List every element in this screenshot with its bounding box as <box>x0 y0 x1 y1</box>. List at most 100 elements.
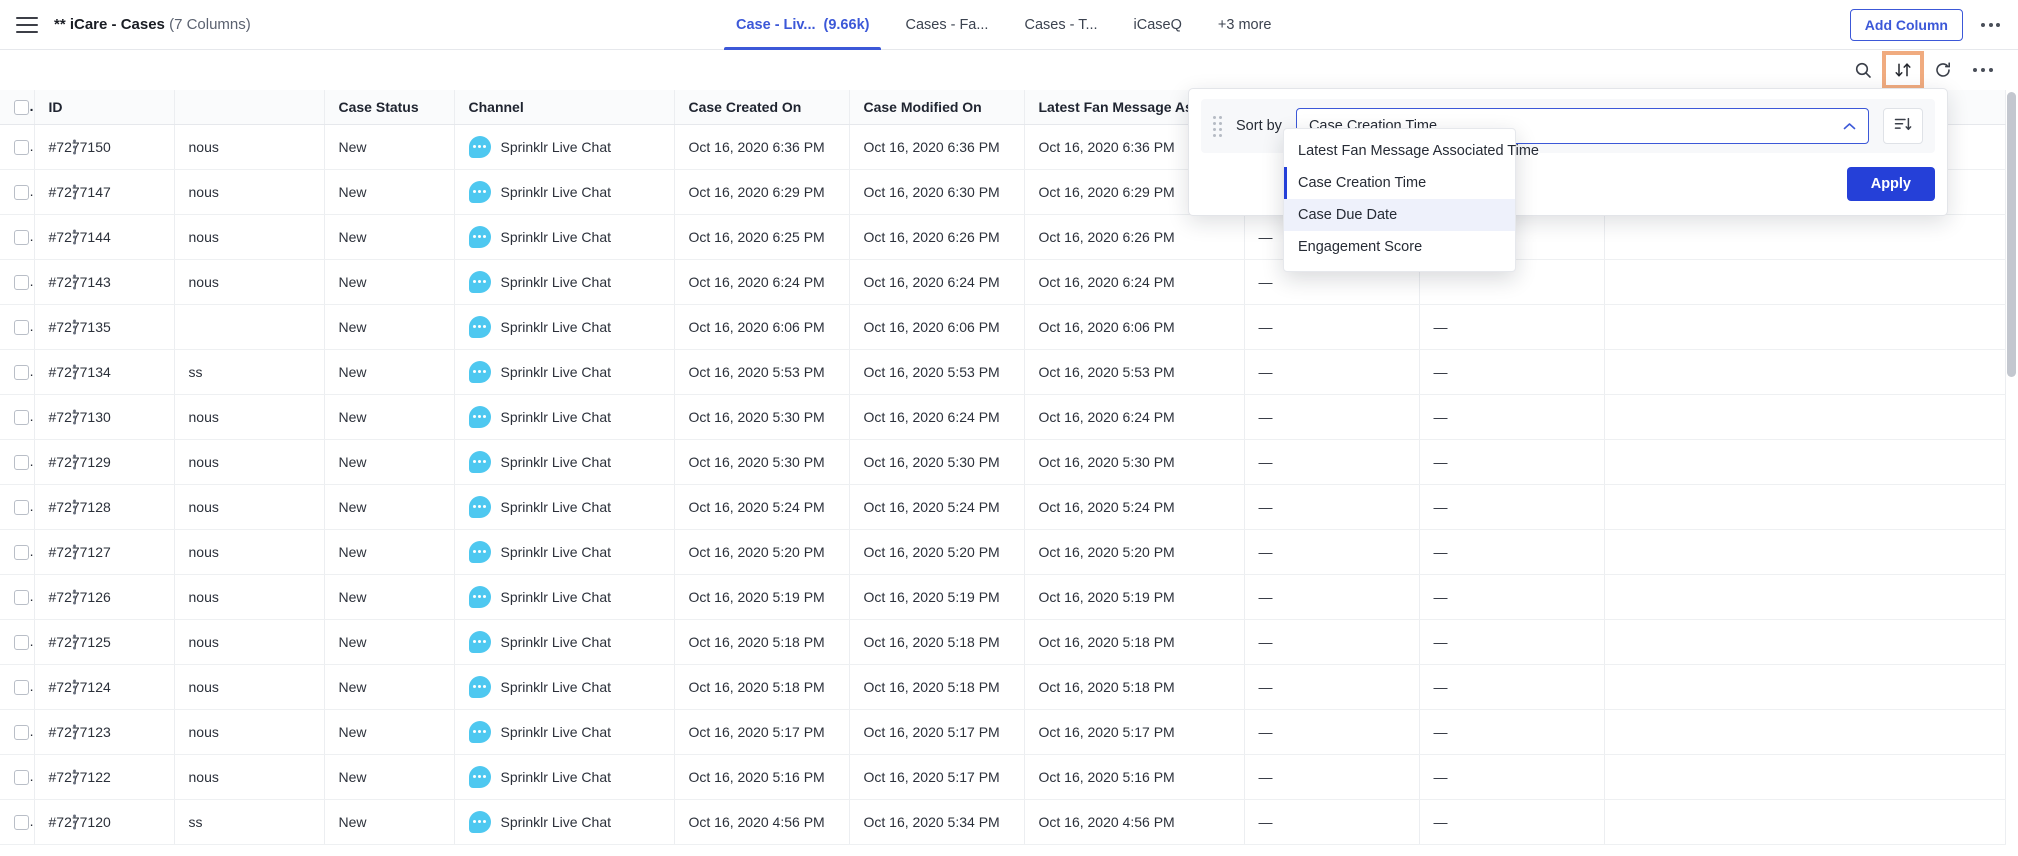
table-row[interactable]: #7277143 nous New Sprinklr Live Chat Oct 16,… <box>0 259 2006 305</box>
horizontal-scrollbar-track[interactable] <box>0 847 2018 856</box>
cell-name: nous <box>174 709 325 755</box>
search-icon[interactable] <box>1846 55 1880 85</box>
row-checkbox[interactable] <box>14 454 29 470</box>
row-actions-icon[interactable] <box>72 409 76 424</box>
row-checkbox[interactable] <box>14 184 29 200</box>
cell-id[interactable]: #7277130 <box>34 394 175 440</box>
cell-id[interactable]: #7277150 <box>34 124 175 170</box>
tab-cases-fa[interactable]: Cases - Fa... <box>887 0 1006 50</box>
row-checkbox[interactable] <box>14 544 29 560</box>
sort-order-button[interactable] <box>1883 108 1923 144</box>
row-checkbox[interactable] <box>14 814 29 830</box>
row-checkbox[interactable] <box>14 499 29 515</box>
cell-id[interactable]: #7277143 <box>34 259 175 305</box>
table-row[interactable]: #7277120 ss New Sprinklr Live Chat Oct 16, 2… <box>0 799 2006 845</box>
row-select-cell <box>0 169 35 215</box>
page-title-columns: (7 Columns) <box>169 16 251 33</box>
table-row[interactable]: #7277129 nous New Sprinklr Live Chat Oct 16,… <box>0 439 2006 485</box>
row-select-cell <box>0 214 35 260</box>
hamburger-menu-icon[interactable] <box>16 16 38 33</box>
column-header-name[interactable] <box>174 90 325 125</box>
table-row[interactable]: #7277125 nous New Sprinklr Live Chat Oct 16,… <box>0 619 2006 665</box>
column-header-channel[interactable]: Channel <box>454 90 675 125</box>
row-checkbox[interactable] <box>14 364 29 380</box>
kebab-menu-icon[interactable] <box>1977 17 2004 33</box>
cell-id[interactable]: #7277122 <box>34 754 175 800</box>
add-column-button[interactable]: Add Column <box>1849 9 1963 41</box>
cell-id[interactable]: #7277126 <box>34 574 175 620</box>
row-actions-icon[interactable] <box>72 634 76 649</box>
row-actions-icon[interactable] <box>72 724 76 739</box>
row-actions-icon[interactable] <box>72 319 76 334</box>
more-horizontal-icon[interactable] <box>1966 55 2000 85</box>
cell-id[interactable]: #7277135 <box>34 304 175 350</box>
row-checkbox[interactable] <box>14 274 29 290</box>
cell-id[interactable]: #7277127 <box>34 529 175 575</box>
row-actions-icon[interactable] <box>72 769 76 784</box>
row-checkbox[interactable] <box>14 139 29 155</box>
cell-id[interactable]: #7277125 <box>34 619 175 665</box>
tab-icaseq[interactable]: iCaseQ <box>1116 0 1200 50</box>
cell-id-text: #7277129 <box>48 453 111 470</box>
cell-id[interactable]: #7277134 <box>34 349 175 395</box>
table-row[interactable]: #7277130 nous New Sprinklr Live Chat Oct 16,… <box>0 394 2006 440</box>
row-actions-icon[interactable] <box>72 589 76 604</box>
apply-button[interactable]: Apply <box>1846 167 1935 201</box>
row-actions-icon[interactable] <box>72 814 76 829</box>
sort-option[interactable]: Engagement Score <box>1284 231 1515 263</box>
table-row[interactable]: #7277135 New Sprinklr Live Chat Oct 16, 202… <box>0 304 2006 350</box>
row-actions-icon[interactable] <box>72 544 76 559</box>
row-checkbox[interactable] <box>14 319 29 335</box>
cell-id[interactable]: #7277128 <box>34 484 175 530</box>
row-actions-icon[interactable] <box>72 499 76 514</box>
sort-option[interactable]: Case Due Date <box>1284 199 1515 231</box>
table-row[interactable]: #7277124 nous New Sprinklr Live Chat Oct 16,… <box>0 664 2006 710</box>
cell-case-modified-on: Oct 16, 2020 5:18 PM <box>849 664 1025 710</box>
sort-arrows-icon[interactable] <box>1882 51 1924 89</box>
tab-case-live[interactable]: Case - Liv... (9.66k) <box>718 0 887 50</box>
cell-name-text: nous <box>188 768 219 785</box>
column-header-case-created-on[interactable]: Case Created On <box>674 90 850 125</box>
row-actions-icon[interactable] <box>72 184 76 199</box>
drag-handle-icon[interactable] <box>1213 115 1222 137</box>
select-all-checkbox[interactable] <box>14 100 29 116</box>
sort-option[interactable]: Case Creation Time <box>1284 167 1515 199</box>
row-checkbox[interactable] <box>14 634 29 650</box>
row-actions-icon[interactable] <box>72 139 76 154</box>
table-row[interactable]: #7277134 ss New Sprinklr Live Chat Oct 16, 2… <box>0 349 2006 395</box>
cell-id[interactable]: #7277120 <box>34 799 175 845</box>
cell-id[interactable]: #7277147 <box>34 169 175 215</box>
row-checkbox[interactable] <box>14 589 29 605</box>
table-row[interactable]: #7277144 nous New Sprinklr Live Chat Oct 16,… <box>0 214 2006 260</box>
row-checkbox[interactable] <box>14 679 29 695</box>
table-row[interactable]: #7277126 nous New Sprinklr Live Chat Oct 16,… <box>0 574 2006 620</box>
row-checkbox[interactable] <box>14 409 29 425</box>
tab-more[interactable]: +3 more <box>1200 0 1290 50</box>
column-header-id[interactable]: ID <box>34 90 175 125</box>
cell-name-text: nous <box>188 228 219 245</box>
refresh-icon[interactable] <box>1926 55 1960 85</box>
column-header-case-status[interactable]: Case Status <box>324 90 455 125</box>
cell-id[interactable]: #7277123 <box>34 709 175 755</box>
row-checkbox[interactable] <box>14 724 29 740</box>
cell-id[interactable]: #7277144 <box>34 214 175 260</box>
cell-id[interactable]: #7277124 <box>34 664 175 710</box>
row-actions-icon[interactable] <box>72 229 76 244</box>
cell-channel-text: Sprinklr Live Chat <box>500 678 612 695</box>
row-actions-icon[interactable] <box>72 679 76 694</box>
row-actions-icon[interactable] <box>72 274 76 289</box>
table-row[interactable]: #7277127 nous New Sprinklr Live Chat Oct 16,… <box>0 529 2006 575</box>
cell-id[interactable]: #7277129 <box>34 439 175 485</box>
vertical-scrollbar-thumb[interactable] <box>2007 92 2016 377</box>
column-header-case-modified-on[interactable]: Case Modified On <box>849 90 1025 125</box>
row-checkbox[interactable] <box>14 769 29 785</box>
row-checkbox[interactable] <box>14 229 29 245</box>
tab-cases-t[interactable]: Cases - T... <box>1006 0 1115 50</box>
table-row[interactable]: #7277128 nous New Sprinklr Live Chat Oct 16,… <box>0 484 2006 530</box>
row-actions-icon[interactable] <box>72 454 76 469</box>
sort-option[interactable]: Latest Fan Message Associated Time <box>1284 135 1539 167</box>
tab-label: Case - Liv... <box>736 17 816 33</box>
table-row[interactable]: #7277123 nous New Sprinklr Live Chat Oct 16,… <box>0 709 2006 755</box>
row-actions-icon[interactable] <box>72 364 76 379</box>
table-row[interactable]: #7277122 nous New Sprinklr Live Chat Oct 16,… <box>0 754 2006 800</box>
